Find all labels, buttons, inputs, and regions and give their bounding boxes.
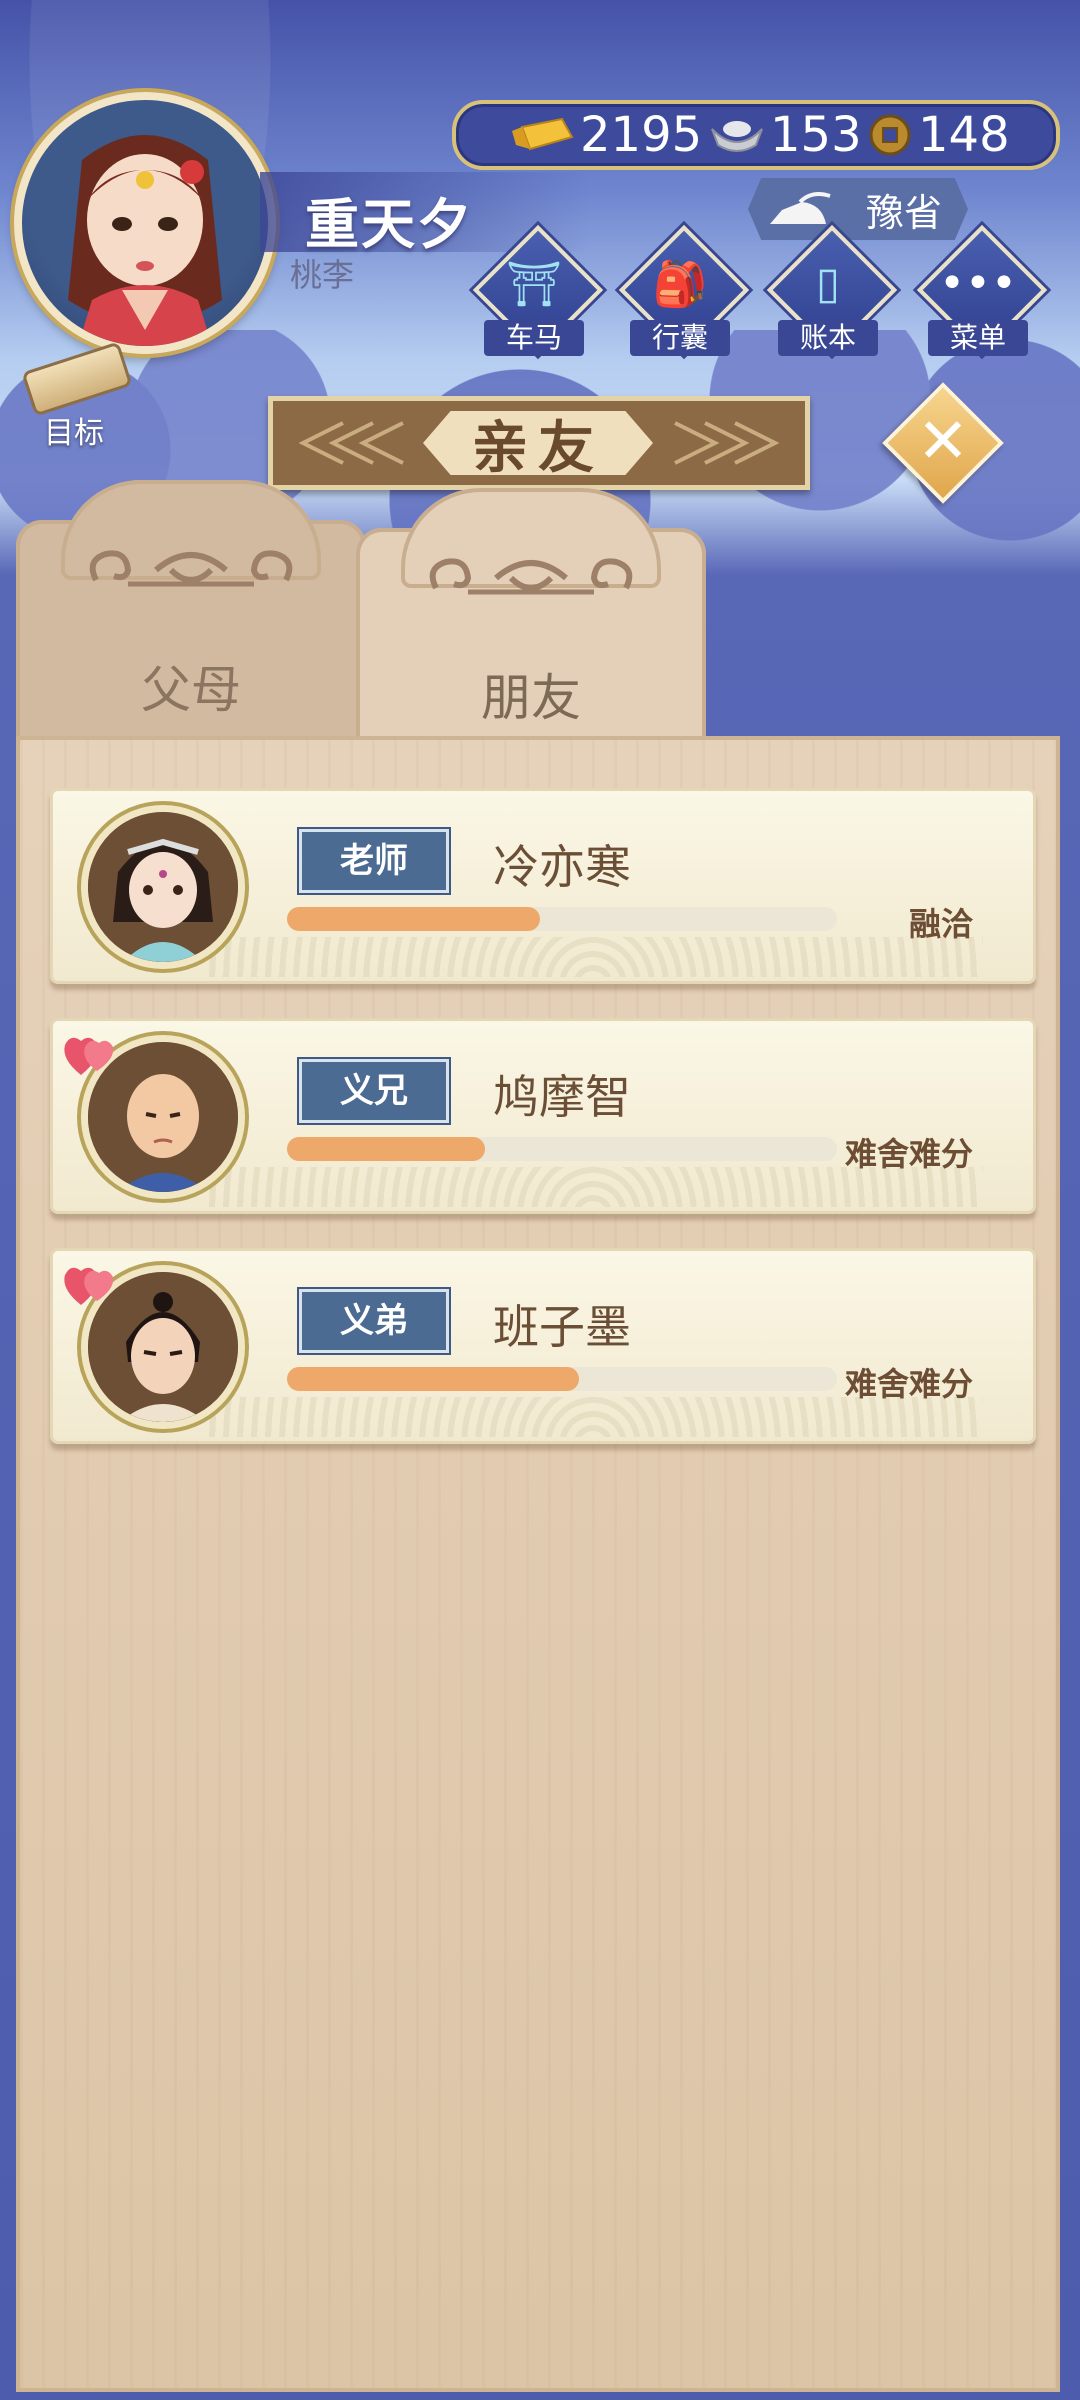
- nav-carriage-label: 车马: [484, 320, 584, 356]
- friend-name: 班子墨: [493, 1300, 631, 1354]
- friend-card[interactable]: 义弟 班子墨 难舍难分: [50, 1248, 1036, 1444]
- coin-currency[interactable]: 148: [868, 104, 1010, 166]
- affinity-bar-fill: [287, 1137, 485, 1161]
- affinity-bar: [287, 907, 837, 931]
- banner-left-ornament: [298, 421, 404, 465]
- currency-bar: 2195 153 148: [452, 100, 1060, 170]
- page-title: 亲友: [423, 411, 653, 475]
- gold-amount: 2195: [580, 107, 703, 163]
- nav-bag-label: 行囊: [630, 320, 730, 356]
- close-icon: ✕: [917, 404, 969, 477]
- friend-role-badge: 义兄: [299, 1059, 449, 1123]
- friend-role-badge: 义弟: [299, 1289, 449, 1353]
- gold-currency[interactable]: 2195: [512, 104, 702, 166]
- tab-friends[interactable]: 朋友: [356, 488, 706, 748]
- iron-icon: [770, 192, 831, 224]
- friend-status: 融洽: [908, 905, 973, 943]
- friend-name: 鸠摩智: [493, 1070, 631, 1124]
- player-avatar[interactable]: [14, 92, 276, 354]
- silver-amount: 153: [770, 107, 862, 163]
- nav-menu-button[interactable]: ••• 菜单: [916, 224, 1048, 364]
- menu-icon: •••: [939, 258, 1017, 309]
- tab-parents[interactable]: 父母: [16, 480, 366, 740]
- affinity-bar: [287, 1137, 837, 1161]
- location-label: 豫省: [865, 190, 942, 235]
- friends-panel: [16, 736, 1060, 2392]
- friend-role-badge: 老师: [299, 829, 449, 893]
- heart-icon: [64, 1037, 114, 1075]
- silver-ingot-icon: [711, 121, 763, 152]
- affinity-bar-fill: [287, 907, 540, 931]
- friend-card[interactable]: 义兄 鸠摩智 难舍难分: [50, 1018, 1036, 1214]
- friend-card[interactable]: 老师 冷亦寒 融洽: [50, 788, 1036, 984]
- friend-name: 冷亦寒: [493, 840, 631, 894]
- cloud-scroll-icon: [89, 550, 293, 587]
- goal-label: 目标: [44, 416, 104, 451]
- gold-ingot-icon: [512, 117, 574, 151]
- teacher-portrait-icon: [88, 812, 238, 962]
- nav-ledger-button[interactable]: ▯ 账本: [766, 224, 898, 364]
- nav-menu-label: 菜单: [928, 320, 1028, 356]
- coin-amount: 148: [918, 107, 1010, 163]
- ledger-icon: ▯: [815, 258, 841, 309]
- nav-ledger-label: 账本: [778, 320, 878, 356]
- player-portrait-icon: [68, 135, 222, 346]
- affinity-bar: [287, 1367, 837, 1391]
- nav-bag-button[interactable]: 🎒 行囊: [618, 224, 750, 364]
- heart-icon: [64, 1267, 114, 1305]
- banner-right-ornament: [674, 421, 780, 465]
- tab-friends-label: 朋友: [481, 669, 581, 727]
- friend-status: 难舍难分: [844, 1135, 973, 1173]
- title-banner: 亲友: [268, 396, 810, 490]
- copper-coin-icon: [869, 114, 911, 156]
- friend-status: 难舍难分: [844, 1365, 973, 1403]
- tab-parents-label: 父母: [141, 661, 241, 719]
- friend-avatar: [81, 805, 245, 969]
- player-name: 重天夕: [305, 193, 473, 256]
- nav-carriage-button[interactable]: ⛩ 车马: [472, 224, 604, 364]
- player-subtitle: 桃李: [290, 256, 355, 294]
- cloud-scroll-icon: [429, 558, 633, 595]
- carriage-icon: ⛩: [506, 259, 562, 310]
- bag-icon: 🎒: [652, 259, 708, 310]
- goal-button[interactable]: 目标: [14, 341, 134, 452]
- affinity-bar-fill: [287, 1367, 579, 1391]
- location-button[interactable]: 豫省: [748, 178, 968, 240]
- silver-currency[interactable]: 153: [710, 104, 862, 166]
